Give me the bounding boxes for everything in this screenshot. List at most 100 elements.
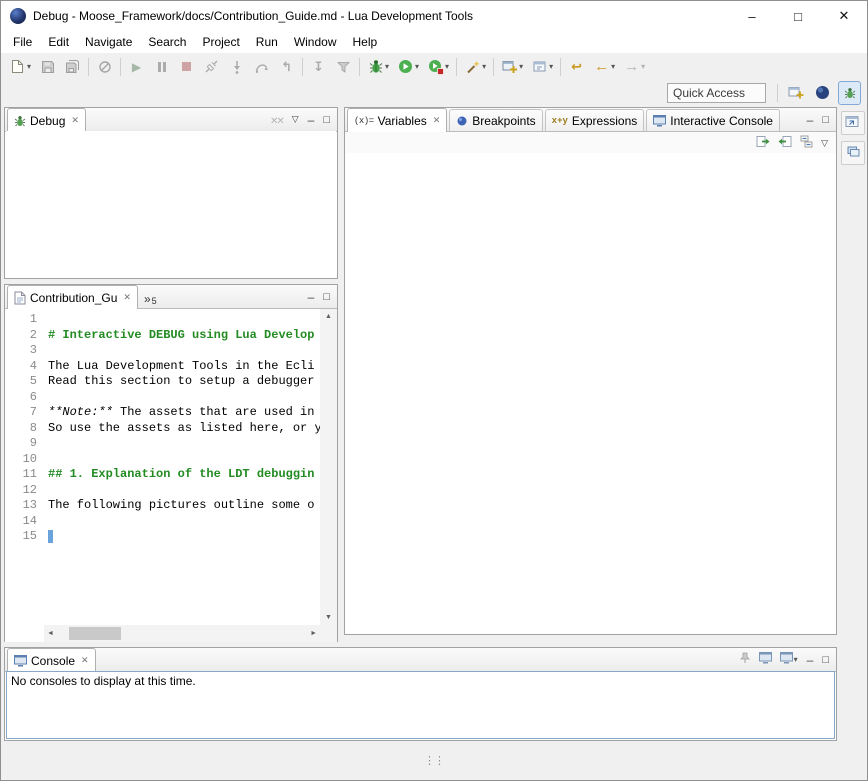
ldt-perspective-button[interactable] [811, 81, 834, 105]
open-element-button[interactable]: ▾ [528, 55, 556, 79]
code-line[interactable]: So use the assets as listed here, or y [48, 421, 320, 437]
code-line[interactable]: Read this section to setup a debugger [48, 374, 320, 390]
code-line[interactable] [48, 436, 320, 452]
line-number: 2 [5, 328, 43, 344]
terminate-button [175, 55, 198, 79]
previous-edit-location-button[interactable]: ↩ [565, 55, 588, 79]
collapse-all-icon [800, 135, 813, 151]
quick-access-input[interactable]: Quick Access [667, 83, 766, 103]
maximize-view-icon[interactable]: □ [822, 114, 829, 126]
code-line[interactable]: ## 1. Explanation of the LDT debuggin [48, 467, 320, 483]
dropdown-arrow-icon[interactable]: ▾ [794, 655, 798, 664]
menu-project[interactable]: Project [194, 33, 247, 51]
code-area[interactable]: 123456789101112131415 # Interactive DEBU… [5, 309, 320, 625]
variables-view-content [346, 153, 835, 633]
code-line[interactable] [48, 343, 320, 359]
back-button[interactable]: ←▾ [590, 55, 618, 79]
debug-view-tabbar: Debug✕ ✕✕ ▽ – □ [5, 108, 337, 132]
minimize-view-icon[interactable]: – [308, 113, 315, 127]
code-text[interactable]: # Interactive DEBUG using Lua Develop The… [43, 309, 320, 625]
dropdown-arrow-icon[interactable]: ▾ [385, 62, 389, 71]
open-perspective-icon [787, 84, 804, 101]
debug-icon [367, 58, 384, 75]
scrollbar-thumb[interactable] [69, 627, 121, 640]
resume-button: ▶ [125, 55, 148, 79]
new-wizard-button[interactable]: ▾ [498, 55, 526, 79]
close-window-button[interactable]: ✕ [821, 1, 867, 31]
resize-gripper-icon[interactable]: ⋮⋮ [424, 754, 444, 767]
external-tools-button[interactable]: ▾ [424, 55, 452, 79]
close-tab-icon[interactable]: ✕ [71, 115, 79, 126]
scroll-right-icon[interactable]: ► [307, 626, 320, 641]
maximize-view-icon[interactable]: □ [323, 114, 330, 126]
code-line[interactable] [48, 483, 320, 499]
maximize-window-button[interactable]: □ [775, 1, 821, 31]
view-menu-icon[interactable]: ▽ [292, 114, 299, 125]
variables-view-panel: (x)=Variables✕Breakpointsx+yExpressionsI… [344, 107, 837, 635]
minimize-view-icon[interactable]: – [308, 290, 315, 304]
menu-file[interactable]: File [5, 33, 40, 51]
maximize-view-icon[interactable]: □ [323, 291, 330, 303]
view-menu-icon[interactable]: ▽ [821, 138, 828, 149]
line-number: 5 [5, 374, 43, 390]
scroll-down-icon[interactable]: ▼ [322, 610, 335, 625]
menu-window[interactable]: Window [286, 33, 345, 51]
code-line[interactable] [48, 390, 320, 406]
code-line[interactable]: The Lua Development Tools in the Ecli [48, 359, 320, 375]
tab-console[interactable]: Console✕ [7, 648, 96, 672]
debug-button[interactable]: ▾ [364, 55, 392, 79]
vertical-scrollbar[interactable]: ▲ ▼ [320, 309, 337, 625]
menu-search[interactable]: Search [140, 33, 194, 51]
open-console-button[interactable]: ▾ [780, 652, 798, 667]
show-detail-pane-button[interactable] [756, 135, 770, 151]
menu-help[interactable]: Help [345, 33, 386, 51]
code-line[interactable] [48, 452, 320, 468]
close-tab-icon[interactable]: ✕ [81, 655, 89, 666]
dropdown-arrow-icon[interactable]: ▾ [549, 62, 553, 71]
dropdown-arrow-icon[interactable]: ▾ [415, 62, 419, 71]
run-button[interactable]: ▾ [394, 55, 422, 79]
new-button[interactable]: ▾ [6, 55, 34, 79]
code-line[interactable]: # Interactive DEBUG using Lua Develop [48, 328, 320, 344]
code-line[interactable] [48, 529, 320, 545]
close-tab-icon[interactable]: ✕ [123, 292, 131, 303]
show-logical-structure-button[interactable] [778, 135, 792, 151]
dropdown-arrow-icon[interactable]: ▾ [482, 62, 486, 71]
horizontal-scrollbar[interactable]: ◄ ► [44, 625, 320, 642]
menu-edit[interactable]: Edit [40, 33, 77, 51]
minimize-view-icon[interactable]: – [807, 653, 814, 667]
scroll-left-icon[interactable]: ◄ [44, 626, 57, 641]
console-content: No consoles to display at this time. [6, 671, 835, 739]
dropdown-arrow-icon[interactable]: ▾ [445, 62, 449, 71]
maximize-view-icon[interactable]: □ [822, 654, 829, 666]
tab-contribution-gu[interactable]: Contribution_Gu✕ [7, 285, 138, 309]
close-tab-icon[interactable]: ✕ [433, 115, 441, 126]
dropdown-arrow-icon[interactable]: ▾ [27, 62, 31, 71]
secondary-toolbar: Quick Access [1, 80, 867, 105]
scroll-up-icon[interactable]: ▲ [322, 309, 335, 324]
code-line[interactable] [48, 312, 320, 328]
tab-interactive-console[interactable]: Interactive Console [646, 109, 780, 131]
tab-expressions[interactable]: x+yExpressions [545, 109, 645, 131]
editor-tab-overflow[interactable]: » 5 [144, 292, 157, 308]
code-line[interactable]: The following pictures outline some o [48, 498, 320, 514]
minimize-view-icon[interactable]: – [807, 113, 814, 127]
menu-navigate[interactable]: Navigate [77, 33, 140, 51]
toolbar-separator [88, 58, 89, 76]
open-search-button[interactable]: ▾ [461, 55, 489, 79]
collapse-all-button[interactable] [800, 135, 813, 151]
tab-breakpoints[interactable]: Breakpoints [449, 109, 542, 131]
open-perspective-button[interactable] [784, 81, 807, 105]
debug-perspective-button[interactable] [838, 81, 861, 105]
code-line[interactable] [48, 514, 320, 530]
restore-minimized-view-1-button[interactable] [841, 111, 865, 135]
tab-variables[interactable]: (x)=Variables✕ [347, 108, 447, 132]
code-line[interactable]: **Note:** The assets that are used in [48, 405, 320, 421]
restore-minimized-view-2-button[interactable] [841, 141, 865, 165]
minimize-window-button[interactable]: – [729, 1, 775, 31]
tab-debug[interactable]: Debug✕ [7, 108, 86, 132]
dropdown-arrow-icon[interactable]: ▾ [519, 62, 523, 71]
menu-run[interactable]: Run [248, 33, 286, 51]
dropdown-arrow-icon[interactable]: ▾ [611, 62, 615, 71]
dropdown-arrow-icon[interactable]: ▾ [641, 62, 645, 71]
